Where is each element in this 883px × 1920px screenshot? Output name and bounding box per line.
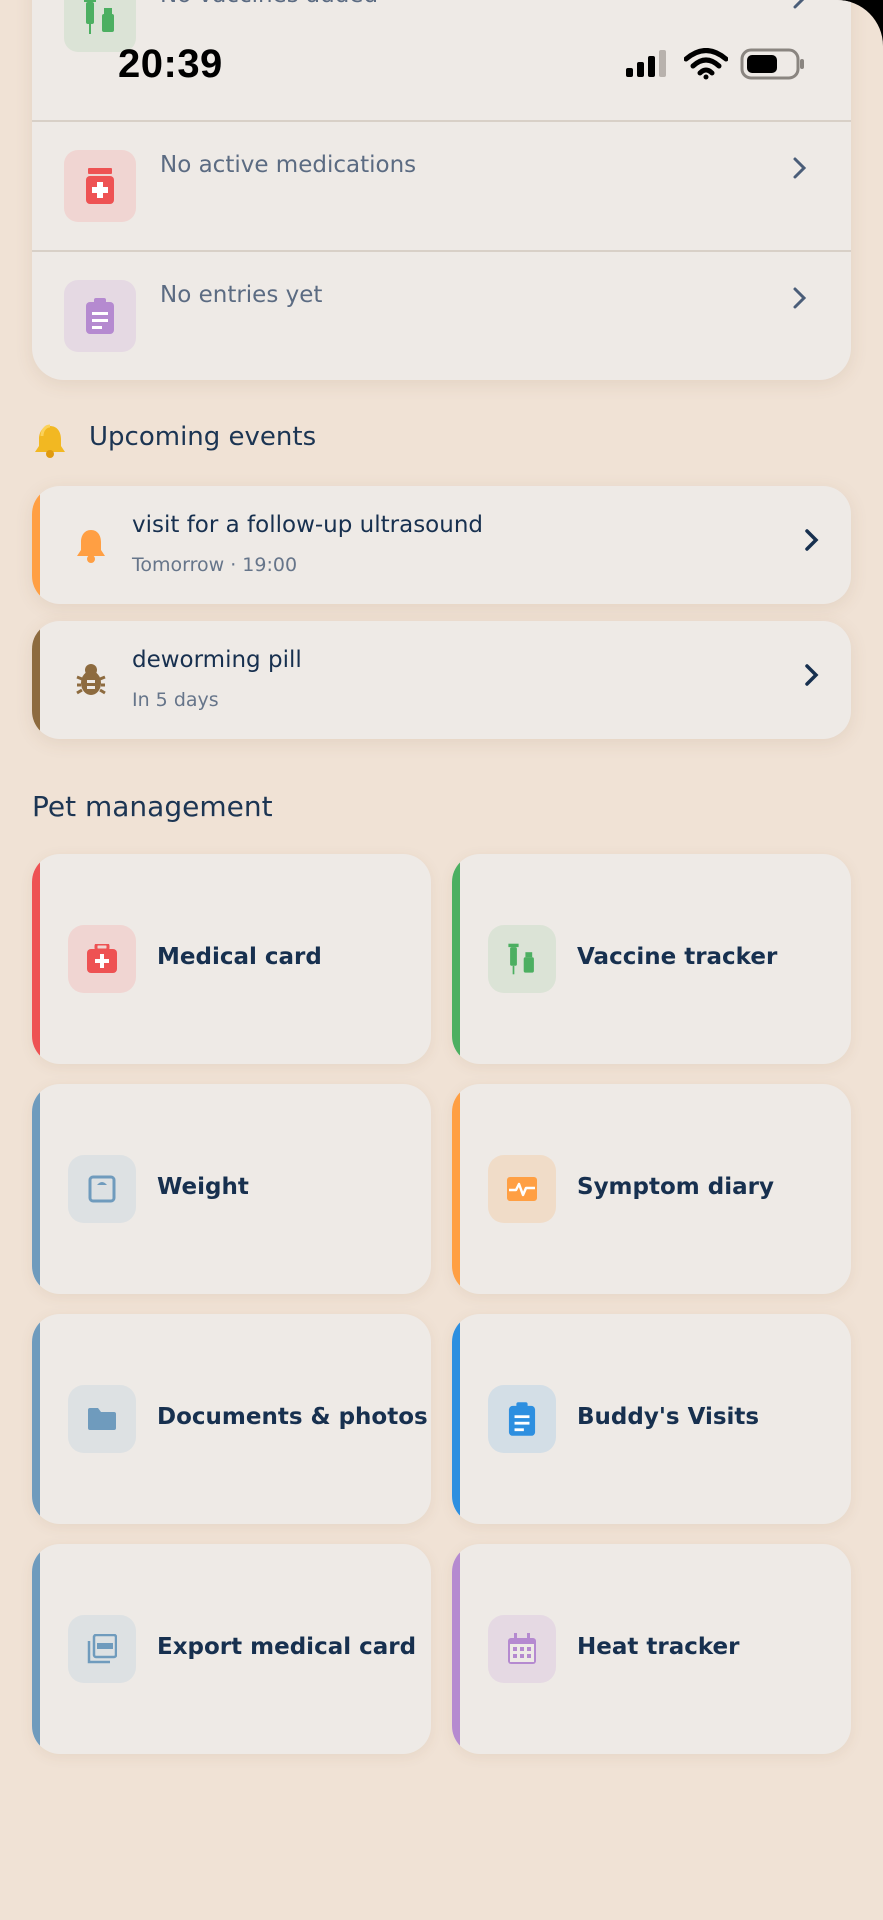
bell-icon xyxy=(66,520,116,570)
event-accent xyxy=(32,621,40,739)
chevron-right-icon xyxy=(792,0,808,14)
upcoming-events-title: Upcoming events xyxy=(89,422,317,452)
chevron-right-icon xyxy=(804,528,820,556)
medications-row[interactable]: No active medications xyxy=(32,122,851,252)
medical-kit-icon xyxy=(68,925,136,993)
battery-icon xyxy=(740,48,804,80)
event-card[interactable]: deworming pill In 5 days xyxy=(32,621,851,739)
chevron-right-icon xyxy=(792,156,808,184)
calendar-icon xyxy=(488,1615,556,1683)
export-medical-card-tile[interactable]: Export medical card xyxy=(32,1544,431,1754)
event-title: visit for a follow-up ultrasound xyxy=(132,512,484,538)
bug-icon xyxy=(66,655,116,705)
heartbeat-icon xyxy=(488,1155,556,1223)
tile-label: Heat tracker xyxy=(577,1634,740,1660)
wifi-icon xyxy=(684,48,728,80)
chevron-right-icon xyxy=(804,663,820,691)
syringe-vial-icon xyxy=(488,925,556,993)
documents-photos-tile[interactable]: Documents & photos xyxy=(32,1314,431,1524)
pdf-icon xyxy=(68,1615,136,1683)
tile-label: Export medical card xyxy=(157,1634,417,1660)
bell-icon xyxy=(32,424,68,462)
tile-label: Weight xyxy=(157,1174,249,1200)
tile-accent xyxy=(452,1084,460,1294)
weight-tile[interactable]: Weight xyxy=(32,1084,431,1294)
tile-accent xyxy=(32,854,40,1064)
tile-accent xyxy=(452,1544,460,1754)
clipboard-icon xyxy=(64,280,136,352)
signal-icon xyxy=(626,50,666,77)
tile-label: Vaccine tracker xyxy=(577,944,778,970)
chevron-right-icon xyxy=(792,286,808,314)
vaccine-tracker-tile[interactable]: Vaccine tracker xyxy=(452,854,851,1064)
entries-row[interactable]: No entries yet xyxy=(32,252,851,382)
event-card[interactable]: visit for a follow-up ultrasound Tomorro… xyxy=(32,486,851,604)
tile-accent xyxy=(32,1314,40,1524)
app-screen: No vaccines added No active medications xyxy=(0,0,883,1920)
medication-bottle-icon xyxy=(64,150,136,222)
clipboard-icon xyxy=(488,1385,556,1453)
entries-status: No entries yet xyxy=(160,282,323,308)
tile-accent xyxy=(32,1084,40,1294)
event-accent xyxy=(32,486,40,604)
scale-icon xyxy=(68,1155,136,1223)
tile-accent xyxy=(452,854,460,1064)
tile-label: Buddy's Visits xyxy=(577,1404,760,1430)
symptom-diary-tile[interactable]: Symptom diary xyxy=(452,1084,851,1294)
tile-accent xyxy=(32,1544,40,1754)
buddys-visits-tile[interactable]: Buddy's Visits xyxy=(452,1314,851,1524)
tile-label: Symptom diary xyxy=(577,1174,774,1200)
pet-management-title: Pet management xyxy=(32,790,273,823)
event-title: deworming pill xyxy=(132,647,302,673)
tile-accent xyxy=(452,1314,460,1524)
heat-tracker-tile[interactable]: Heat tracker xyxy=(452,1544,851,1754)
status-time: 20:39 xyxy=(118,42,223,86)
vaccines-status: No vaccines added xyxy=(160,0,378,8)
medications-status: No active medications xyxy=(160,152,417,178)
folder-icon xyxy=(68,1385,136,1453)
event-time: In 5 days xyxy=(132,689,219,711)
medical-card-tile[interactable]: Medical card xyxy=(32,854,431,1064)
tile-label: Medical card xyxy=(157,944,322,970)
event-time: Tomorrow · 19:00 xyxy=(132,554,298,576)
tile-label: Documents & photos xyxy=(157,1404,428,1430)
